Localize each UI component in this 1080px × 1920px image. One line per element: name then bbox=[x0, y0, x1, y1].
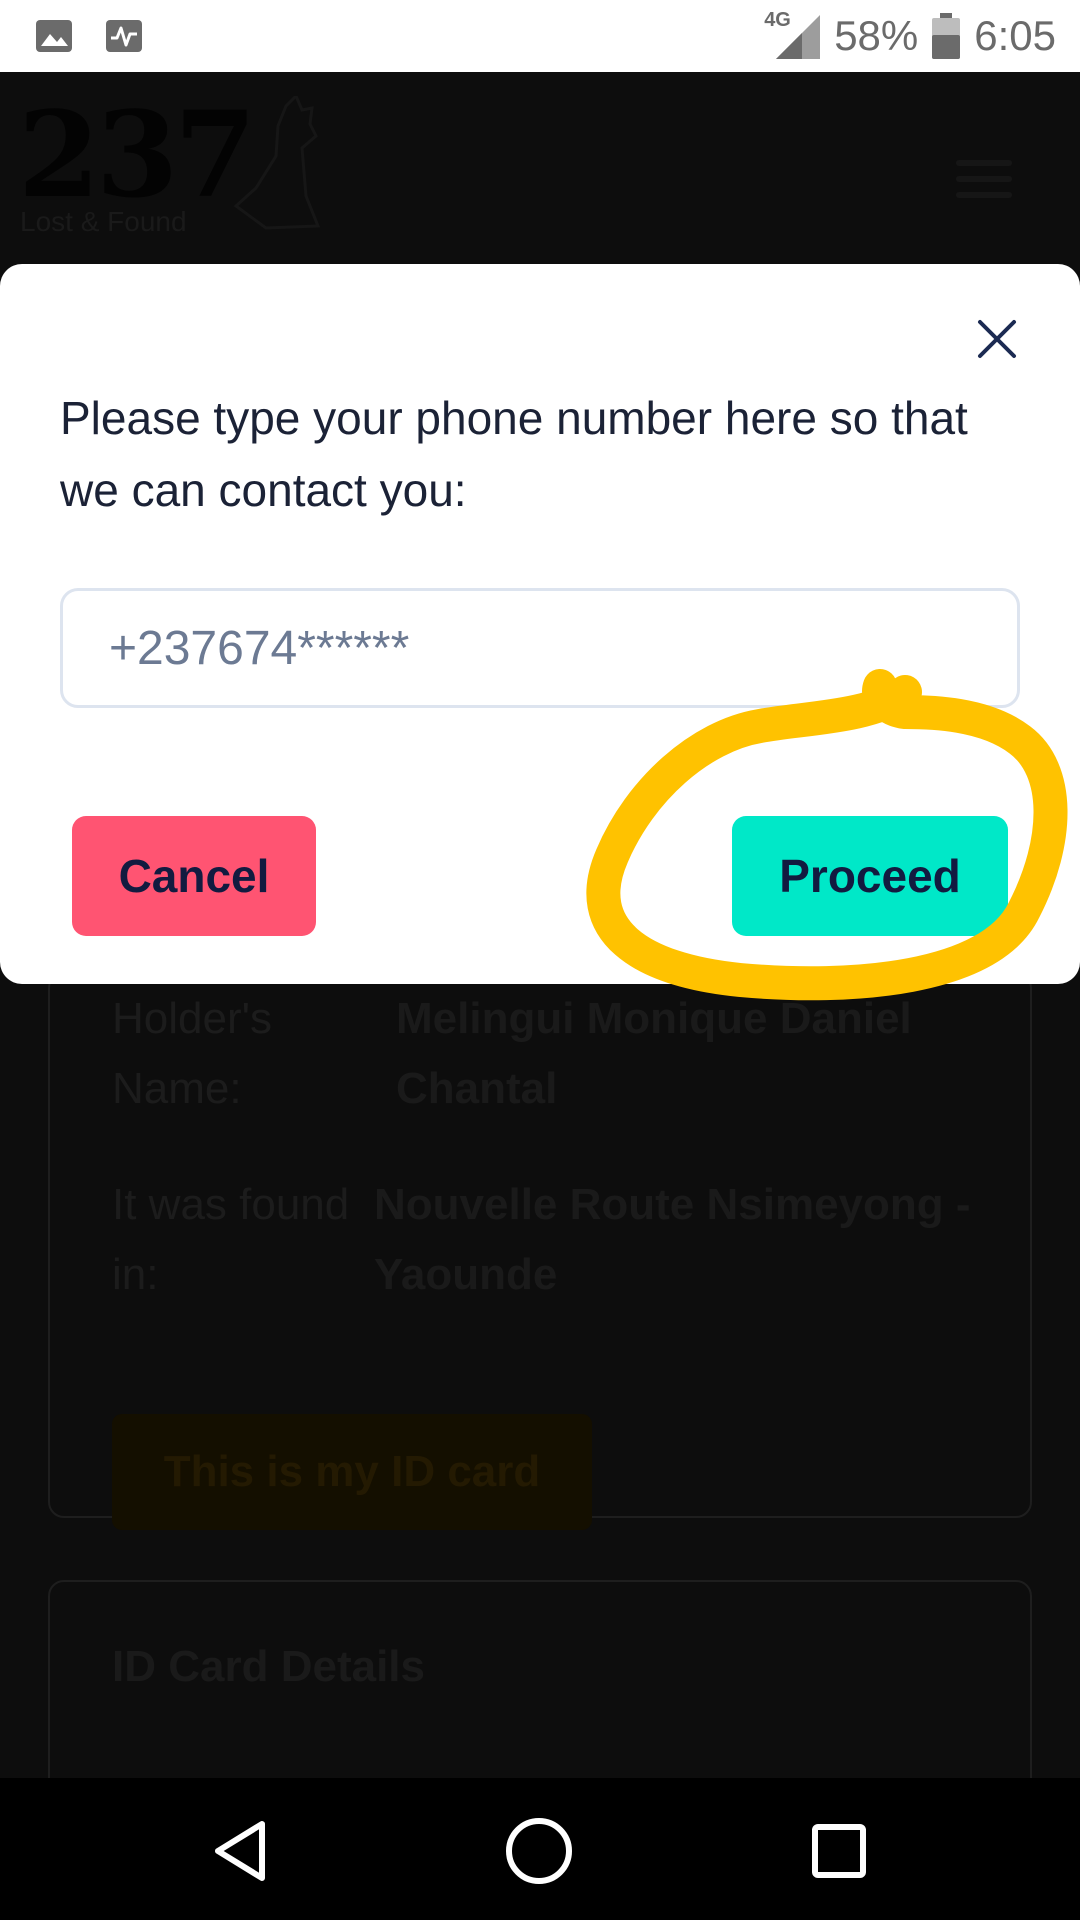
phone-input[interactable] bbox=[60, 588, 1020, 708]
activity-icon bbox=[106, 20, 142, 52]
recents-icon[interactable] bbox=[804, 1816, 874, 1886]
close-icon[interactable] bbox=[972, 314, 1022, 364]
holder-label: Holder's Name: bbox=[112, 994, 273, 1113]
gallery-icon bbox=[36, 20, 72, 52]
back-icon[interactable] bbox=[206, 1816, 276, 1886]
proceed-button[interactable]: Proceed bbox=[732, 816, 1008, 936]
cancel-button[interactable]: Cancel bbox=[72, 816, 316, 936]
found-label: It was found in: bbox=[112, 1180, 350, 1299]
home-icon[interactable] bbox=[504, 1816, 574, 1886]
holder-value: Melingui Monique Daniel Chantal bbox=[396, 994, 912, 1113]
status-bar: 4G 58% 6:05 bbox=[0, 0, 1080, 72]
battery-icon bbox=[932, 13, 961, 59]
logo-number: 237 bbox=[18, 85, 256, 224]
status-left-icons bbox=[34, 16, 144, 56]
phone-dialog: Please type your phone number here so th… bbox=[0, 264, 1080, 984]
cat-logo-icon bbox=[233, 96, 321, 230]
site-logo[interactable]: 237 Lost & Found bbox=[18, 85, 256, 238]
network-type: 4G bbox=[764, 9, 791, 31]
found-value: Nouvelle Route Nsimeyong - Yaounde bbox=[374, 1180, 971, 1299]
signal-icon: 4G bbox=[764, 9, 821, 59]
status-right: 4G 58% 6:05 bbox=[764, 9, 1056, 62]
dialog-prompt: Please type your phone number here so th… bbox=[60, 392, 968, 516]
second-card: ID Card Details bbox=[48, 1580, 1032, 1778]
claim-id-button[interactable]: This is my ID card bbox=[112, 1414, 592, 1530]
found-id-card: Holder's Name: Melingui Monique Daniel C… bbox=[48, 972, 1032, 1530]
battery-percent: 58% bbox=[834, 12, 919, 59]
logo-subtitle: Lost & Found bbox=[20, 206, 187, 237]
hamburger-menu-icon[interactable] bbox=[956, 160, 1012, 204]
clock: 6:05 bbox=[974, 12, 1056, 59]
navigation-bar bbox=[0, 1778, 1080, 1920]
card2-text: ID Card Details bbox=[112, 1642, 425, 1691]
